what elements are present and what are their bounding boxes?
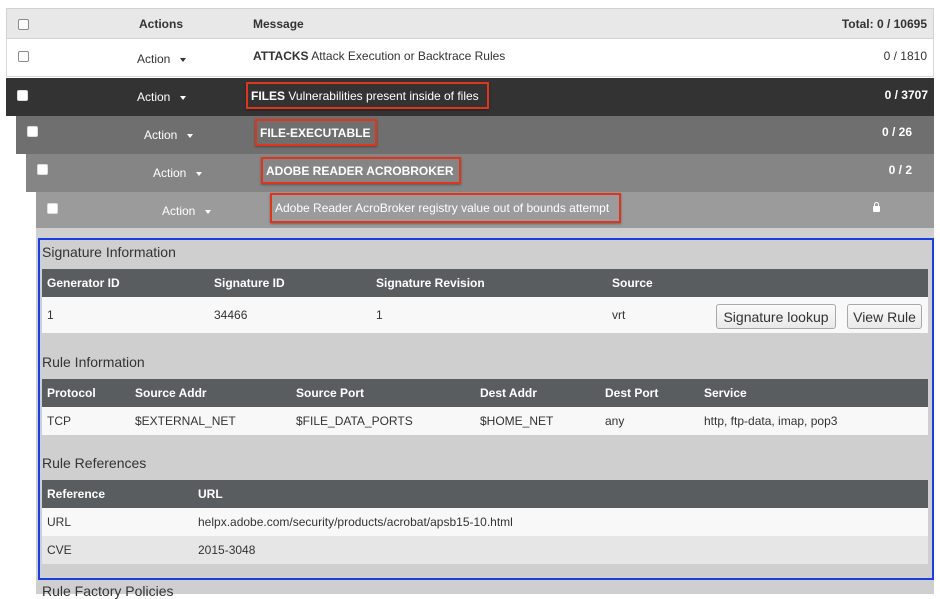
header-dest-addr: Dest Addr bbox=[480, 386, 537, 400]
rule-reference-row: CVE 2015-3048 bbox=[42, 536, 928, 564]
source-port-value: $FILE_DATA_PORTS bbox=[296, 414, 413, 428]
rule-info-table-row: TCP $EXTERNAL_NET $FILE_DATA_PORTS $HOME… bbox=[42, 407, 928, 435]
generator-id-value: 1 bbox=[47, 308, 54, 322]
signature-table-row: 1 34466 1 vrt Signature lookup View Rule bbox=[42, 297, 928, 333]
action-dropdown[interactable]: Action bbox=[137, 52, 187, 66]
rule-count: 0 / 1810 bbox=[883, 49, 927, 63]
header-dest-port: Dest Port bbox=[605, 386, 659, 400]
rule-count: 0 / 2 bbox=[888, 163, 912, 177]
table-row-adobe-reader-acrobroker[interactable]: Action ADOBE READER ACROBROKER 0 / 2 bbox=[26, 154, 934, 192]
header-url: URL bbox=[198, 487, 223, 501]
source-value: vrt bbox=[612, 308, 626, 322]
rule-count: 0 / 26 bbox=[881, 125, 912, 139]
action-label: Action bbox=[153, 166, 187, 180]
select-all-checkbox[interactable] bbox=[18, 19, 29, 30]
row-message: FILES Vulnerabilities present inside of … bbox=[251, 89, 479, 103]
header-reference: Reference bbox=[47, 487, 106, 501]
table-row-attacks[interactable]: Action ATTACKS Attack Execution or Backt… bbox=[6, 39, 934, 77]
dest-addr-value: $HOME_NET bbox=[480, 414, 554, 428]
row-checkbox[interactable] bbox=[37, 164, 48, 175]
table-row-rule[interactable]: Action Adobe Reader AcroBroker registry … bbox=[36, 192, 934, 228]
protocol-value: TCP bbox=[47, 414, 71, 428]
actions-column-header: Actions bbox=[139, 17, 184, 31]
view-rule-button[interactable]: View Rule bbox=[847, 304, 922, 329]
service-value: http, ftp-data, imap, pop3 bbox=[704, 414, 838, 428]
reference-type: CVE bbox=[47, 543, 72, 557]
header-source-port: Source Port bbox=[296, 386, 365, 400]
reference-cve-value: 2015-3048 bbox=[198, 543, 256, 557]
table-row-files[interactable]: Action FILES Vulnerabilities present ins… bbox=[6, 78, 934, 116]
signature-id-value: 34466 bbox=[214, 308, 248, 322]
caret-down-icon bbox=[187, 133, 194, 138]
rule-message: Adobe Reader AcroBroker registry value o… bbox=[275, 201, 610, 215]
action-dropdown[interactable]: Action bbox=[137, 90, 187, 104]
signature-information-title: Signature Information bbox=[42, 244, 176, 260]
header-source: Source bbox=[612, 276, 653, 290]
category-label: FILES bbox=[251, 88, 286, 103]
table-header: Actions Message Total: 0 / 10695 bbox=[6, 8, 934, 39]
rule-references-table-header: Reference URL bbox=[42, 480, 928, 508]
category-description: Vulnerabilities present inside of files bbox=[288, 88, 479, 103]
category-label: FILE-EXECUTABLE bbox=[260, 125, 371, 140]
row-checkbox[interactable] bbox=[17, 90, 28, 101]
rule-factory-policies-title: Rule Factory Policies bbox=[42, 583, 174, 599]
category-description: Attack Execution or Backtrace Rules bbox=[311, 49, 506, 63]
dest-port-value: any bbox=[605, 414, 625, 428]
action-label: Action bbox=[137, 52, 171, 66]
action-label: Action bbox=[162, 204, 196, 218]
message-column-header: Message bbox=[253, 17, 304, 31]
rule-information-title: Rule Information bbox=[42, 354, 145, 370]
header-generator-id: Generator ID bbox=[47, 276, 120, 290]
caret-down-icon bbox=[180, 57, 187, 62]
row-checkbox[interactable] bbox=[18, 51, 29, 62]
row-checkbox[interactable] bbox=[27, 126, 38, 137]
rule-info-table-header: Protocol Source Addr Source Port Dest Ad… bbox=[42, 379, 928, 407]
category-label: ADOBE READER ACROBROKER bbox=[266, 163, 454, 178]
action-label: Action bbox=[137, 90, 171, 104]
reference-url-link[interactable]: helpx.adobe.com/security/products/acroba… bbox=[198, 515, 513, 529]
header-source-addr: Source Addr bbox=[135, 386, 207, 400]
action-dropdown[interactable]: Action bbox=[162, 204, 212, 218]
rule-references-title: Rule References bbox=[42, 455, 147, 471]
table-row-file-executable[interactable]: Action FILE-EXECUTABLE 0 / 26 bbox=[16, 116, 934, 154]
rule-count: 0 / 3707 bbox=[884, 88, 928, 102]
source-addr-value: $EXTERNAL_NET bbox=[135, 414, 236, 428]
caret-down-icon bbox=[196, 171, 203, 176]
row-checkbox[interactable] bbox=[47, 203, 58, 214]
row-message: ATTACKS Attack Execution or Backtrace Ru… bbox=[253, 49, 505, 63]
signature-lookup-button[interactable]: Signature lookup bbox=[716, 304, 836, 329]
highlight-box-file-executable: FILE-EXECUTABLE bbox=[255, 119, 377, 146]
caret-down-icon bbox=[180, 95, 187, 100]
action-dropdown[interactable]: Action bbox=[144, 128, 194, 142]
caret-down-icon bbox=[205, 209, 212, 214]
action-dropdown[interactable]: Action bbox=[153, 166, 203, 180]
signature-table-header: Generator ID Signature ID Signature Revi… bbox=[42, 269, 928, 297]
highlight-box-rule-message: Adobe Reader AcroBroker registry value o… bbox=[270, 193, 621, 223]
highlight-box-adobe-reader: ADOBE READER ACROBROKER bbox=[261, 157, 461, 184]
rule-reference-row: URL helpx.adobe.com/security/products/ac… bbox=[42, 508, 928, 536]
header-service: Service bbox=[704, 386, 747, 400]
header-protocol: Protocol bbox=[47, 386, 96, 400]
signature-revision-value: 1 bbox=[376, 308, 383, 322]
category-label: ATTACKS bbox=[253, 49, 309, 63]
lock-icon bbox=[873, 202, 880, 212]
action-label: Action bbox=[144, 128, 178, 142]
highlight-box-files: FILES Vulnerabilities present inside of … bbox=[246, 82, 489, 109]
header-signature-revision: Signature Revision bbox=[376, 276, 485, 290]
reference-type: URL bbox=[47, 515, 72, 529]
total-count: Total: 0 / 10695 bbox=[841, 17, 927, 31]
header-signature-id: Signature ID bbox=[214, 276, 285, 290]
